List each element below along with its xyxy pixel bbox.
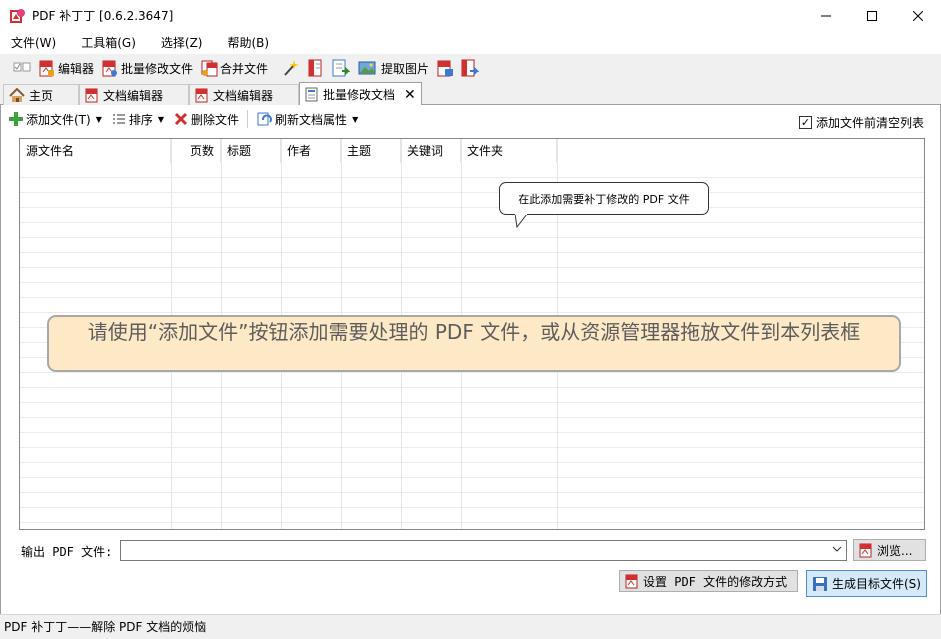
list-toolbar: 添加文件(T) ▼ 排序 ▼ 删除文件 刷新文档属性 ▼: [7, 108, 366, 130]
column-keywords[interactable]: 关键词: [401, 139, 461, 163]
delete-icon: [174, 112, 188, 126]
title-bar: PDF 补丁丁 [0.6.2.3647]: [0, 0, 941, 31]
plus-icon: [9, 112, 23, 126]
batch-modify-label: 批量修改文件: [121, 61, 194, 76]
clear-list-checkbox[interactable]: ✓: [798, 116, 812, 129]
file-list[interactable]: 源文件名 页数 标题 作者 主题 关键词 文件夹 在此添加需要补丁修改的 PDF…: [19, 138, 925, 530]
pdf-info-icon: [437, 60, 454, 77]
magic-wand-icon: [284, 60, 300, 76]
generate-target-button[interactable]: 生成目标文件(S): [806, 570, 927, 597]
delete-file-button[interactable]: 删除文件: [172, 111, 241, 128]
checklist-icon: [13, 62, 31, 72]
pdf-document-icon: [85, 88, 98, 102]
batch-modify-button[interactable]: 批量修改文件: [99, 57, 196, 79]
pdf-merge-icon: [201, 60, 218, 77]
checklist-button[interactable]: [10, 57, 34, 79]
chevron-down-icon[interactable]: [832, 545, 842, 553]
column-pages[interactable]: 页数: [171, 139, 221, 163]
file-list-header: 源文件名 页数 标题 作者 主题 关键词 文件夹: [20, 139, 924, 163]
browse-label: 浏览...: [877, 543, 913, 558]
pdf-editor-icon: [39, 60, 55, 77]
tab-document-editor-2[interactable]: 文档编辑器: [189, 84, 299, 105]
export-button[interactable]: [329, 57, 353, 79]
pdf-document-icon: [195, 88, 208, 102]
image-extract-icon: [358, 61, 376, 75]
editor-label: 编辑器: [58, 61, 95, 76]
sort-list-icon: [112, 114, 125, 123]
tooltip-tail: [515, 214, 528, 228]
menu-toolbox[interactable]: 工具箱(G): [74, 34, 143, 51]
menu-bar: 文件(W) 工具箱(G) 选择(Z) 帮助(B): [0, 31, 941, 54]
column-folder[interactable]: 文件夹: [461, 139, 557, 163]
pdf-browse-icon: [859, 543, 872, 557]
output-pdf-combobox[interactable]: [120, 540, 847, 561]
modify-settings-label: 设置 PDF 文件的修改方式: [643, 574, 788, 589]
column-source-filename[interactable]: 源文件名: [20, 139, 171, 163]
split-button[interactable]: [305, 57, 327, 79]
pdf-convert-button[interactable]: [458, 57, 482, 79]
tab-document-editor-2-label: 文档编辑器: [213, 88, 274, 103]
pdf-settings-icon: [625, 574, 638, 588]
column-subject[interactable]: 主题: [341, 139, 401, 163]
merge-label: 合并文件: [220, 61, 269, 76]
pdf-convert-icon: [461, 59, 480, 77]
toolbar-separator: [247, 110, 249, 128]
add-file-label: 添加文件(T): [26, 112, 91, 127]
save-disk-icon: [813, 576, 827, 591]
magic-button[interactable]: [279, 57, 303, 79]
menu-select[interactable]: 选择(Z): [154, 34, 210, 51]
pdf-export-icon: [332, 59, 351, 77]
pdf-split-icon: [308, 59, 322, 77]
maximize-icon: [867, 10, 877, 21]
pdf-info-button[interactable]: [434, 57, 456, 79]
home-icon: [9, 87, 25, 102]
add-file-tooltip: 在此添加需要补丁修改的 PDF 文件: [499, 182, 709, 215]
sort-button[interactable]: 排序 ▼: [110, 111, 166, 128]
batch-document-icon: [305, 87, 318, 102]
generate-target-label: 生成目标文件(S): [832, 577, 921, 591]
maximize-button[interactable]: [849, 0, 895, 31]
sort-dropdown-icon[interactable]: ▼: [158, 115, 164, 124]
tab-strip: 主页 文档编辑器 文档编辑器 批量修改文档 ✕: [0, 82, 941, 106]
close-icon: [913, 10, 923, 21]
editor-button[interactable]: 编辑器: [36, 57, 97, 79]
minimize-button[interactable]: [803, 0, 849, 31]
extract-images-label: 提取图片: [381, 61, 430, 76]
merge-button[interactable]: 合并文件: [198, 57, 271, 79]
main-toolbar: 编辑器 批量修改文件 合并文件 提取图片: [0, 55, 941, 81]
output-pdf-label: 输出 PDF 文件:: [21, 545, 113, 559]
menu-file[interactable]: 文件(W): [4, 34, 63, 51]
refresh-properties-label: 刷新文档属性: [275, 112, 348, 127]
column-author[interactable]: 作者: [281, 139, 341, 163]
tab-document-editor-1-label: 文档编辑器: [103, 88, 164, 103]
drop-hint-banner: 请使用“添加文件”按钮添加需要处理的 PDF 文件，或从资源管理器拖放文件到本列…: [47, 315, 901, 372]
clear-list-option[interactable]: ✓ 添加文件前清空列表: [798, 114, 924, 131]
batch-modify-panel: 添加文件(T) ▼ 排序 ▼ 删除文件 刷新文档属性 ▼ ✓ 添加文件前清空列表…: [0, 105, 941, 614]
add-file-dropdown-icon[interactable]: ▼: [96, 115, 102, 124]
sort-label: 排序: [128, 112, 153, 127]
tab-home-label: 主页: [29, 88, 54, 103]
minimize-icon: [821, 15, 831, 16]
close-button[interactable]: [895, 0, 941, 31]
add-file-button[interactable]: 添加文件(T) ▼: [7, 111, 104, 128]
pdf-batch-icon: [102, 60, 118, 77]
status-bar: PDF 补丁丁——解除 PDF 文档的烦恼: [0, 614, 941, 639]
refresh-document-icon: [257, 112, 272, 125]
tab-home[interactable]: 主页: [3, 84, 79, 105]
refresh-properties-button[interactable]: 刷新文档属性 ▼: [254, 111, 360, 128]
clear-list-label: 添加文件前清空列表: [815, 116, 924, 130]
tab-close-icon[interactable]: ✕: [404, 87, 416, 103]
menu-help[interactable]: 帮助(B): [221, 34, 277, 51]
tab-batch-modify-label: 批量修改文档: [323, 88, 396, 102]
tab-document-editor-1[interactable]: 文档编辑器: [79, 84, 189, 105]
delete-file-label: 删除文件: [191, 112, 240, 127]
app-logo-icon: [9, 8, 25, 24]
tab-batch-modify[interactable]: 批量修改文档 ✕: [299, 82, 422, 106]
browse-button[interactable]: 浏览...: [853, 539, 926, 561]
window-title: PDF 补丁丁 [0.6.2.3647]: [32, 9, 174, 23]
modify-settings-button[interactable]: 设置 PDF 文件的修改方式: [619, 570, 798, 592]
refresh-dropdown-icon[interactable]: ▼: [352, 115, 358, 124]
column-title[interactable]: 标题: [221, 139, 281, 163]
extract-images-button[interactable]: 提取图片: [355, 57, 432, 79]
